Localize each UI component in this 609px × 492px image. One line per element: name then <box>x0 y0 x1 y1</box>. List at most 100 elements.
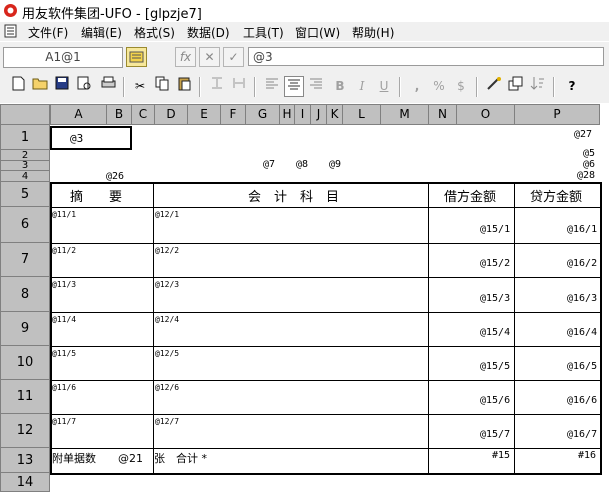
menu-tools[interactable]: 工具(T) <box>243 24 284 41</box>
cut-icon[interactable]: ✂ <box>130 76 150 97</box>
column-header-l[interactable]: L <box>342 104 381 125</box>
entry-account[interactable]: @12/1 <box>155 210 179 219</box>
column-header-o[interactable]: O <box>456 104 515 125</box>
entry-debit[interactable]: @15/2 <box>480 258 510 269</box>
entry-credit[interactable]: @16/5 <box>567 361 597 372</box>
entry-debit[interactable]: @15/4 <box>480 327 510 338</box>
fx-button[interactable]: fx <box>175 47 196 67</box>
cell-p1[interactable]: @27 <box>574 129 592 140</box>
row-header-7[interactable]: 7 <box>0 242 50 277</box>
row-header-10[interactable]: 10 <box>0 345 50 380</box>
sort-icon[interactable] <box>528 76 548 97</box>
column-header-d[interactable]: D <box>154 104 188 125</box>
entry-credit[interactable]: @16/4 <box>567 327 597 338</box>
entry-summary[interactable]: @11/5 <box>52 349 76 358</box>
paste-icon[interactable] <box>174 76 194 97</box>
cell-b4[interactable]: @26 <box>106 171 124 182</box>
entry-credit[interactable]: @16/3 <box>567 293 597 304</box>
entry-account[interactable]: @12/2 <box>155 246 179 255</box>
entry-account[interactable]: @12/3 <box>155 280 179 289</box>
align-left-icon[interactable] <box>262 76 282 97</box>
footer-debit-total[interactable]: #15 <box>492 450 510 461</box>
underline-button[interactable]: U <box>374 76 394 97</box>
entry-debit[interactable]: @15/3 <box>480 293 510 304</box>
column-header-c[interactable]: C <box>131 104 155 125</box>
menu-window[interactable]: 窗口(W) <box>295 24 340 41</box>
cell-p2[interactable]: @5 <box>583 148 595 159</box>
currency-button[interactable]: $ <box>451 76 471 97</box>
bold-button[interactable]: B <box>330 76 350 97</box>
entry-credit[interactable]: @16/1 <box>567 224 597 235</box>
chart-wizard-icon[interactable] <box>484 76 504 97</box>
italic-button[interactable]: I <box>352 76 372 97</box>
entry-credit[interactable]: @16/2 <box>567 258 597 269</box>
cell-p4[interactable]: @28 <box>577 170 595 181</box>
menu-format[interactable]: 格式(S) <box>134 24 175 41</box>
column-header-j[interactable]: J <box>310 104 327 125</box>
print-icon[interactable] <box>98 76 118 97</box>
column-header-h[interactable]: H <box>279 104 295 125</box>
cell-g3[interactable]: @7 <box>263 159 275 170</box>
spreadsheet-grid[interactable]: ABCDEFGHIJKLMNOP 1 2 3 4 5 6 7 8 9 10 11 12 13 14 @3 … <box>0 104 609 492</box>
select-all-corner[interactable] <box>0 104 50 125</box>
column-header-i[interactable]: I <box>294 104 311 125</box>
entry-debit[interactable]: @15/6 <box>480 395 510 406</box>
help-icon[interactable]: ? <box>562 76 582 97</box>
menu-edit[interactable]: 编辑(E) <box>81 24 122 41</box>
column-header-a[interactable]: A <box>50 104 107 125</box>
footer-credit-total[interactable]: #16 <box>578 450 596 461</box>
align-right-icon[interactable] <box>306 76 326 97</box>
row-header-11[interactable]: 11 <box>0 379 50 414</box>
row-header-9[interactable]: 9 <box>0 311 50 346</box>
row-header-8[interactable]: 8 <box>0 276 50 312</box>
column-header-p[interactable]: P <box>514 104 600 125</box>
entry-credit[interactable]: @16/6 <box>567 395 597 406</box>
print-preview-icon[interactable] <box>74 76 94 97</box>
selected-cell-a1[interactable] <box>50 126 132 150</box>
column-header-f[interactable]: F <box>220 104 246 125</box>
entry-summary[interactable]: @11/3 <box>52 280 76 289</box>
entry-debit[interactable]: @15/5 <box>480 361 510 372</box>
menu-file[interactable]: 文件(F) <box>28 24 68 41</box>
column-header-g[interactable]: G <box>245 104 280 125</box>
function-wizard-icon[interactable] <box>126 47 147 67</box>
confirm-edit-button[interactable]: ✓ <box>223 47 244 67</box>
row-header-6[interactable]: 6 <box>0 206 50 243</box>
entry-account[interactable]: @12/6 <box>155 383 179 392</box>
percent-button[interactable]: % <box>429 76 449 97</box>
entry-summary[interactable]: @11/6 <box>52 383 76 392</box>
entry-credit[interactable]: @16/7 <box>567 429 597 440</box>
save-icon[interactable] <box>52 76 72 97</box>
column-header-m[interactable]: M <box>380 104 429 125</box>
thousands-separator-button[interactable]: , <box>407 76 427 97</box>
cell-j3[interactable]: @9 <box>329 159 341 170</box>
entry-summary[interactable]: @11/1 <box>52 210 76 219</box>
document-icon[interactable] <box>4 24 17 38</box>
cell-h3[interactable]: @8 <box>296 159 308 170</box>
row-header-12[interactable]: 12 <box>0 413 50 448</box>
cancel-edit-button[interactable]: ✕ <box>199 47 220 67</box>
entry-account[interactable]: @12/5 <box>155 349 179 358</box>
entry-summary[interactable]: @11/2 <box>52 246 76 255</box>
entry-debit[interactable]: @15/1 <box>480 224 510 235</box>
align-center-icon[interactable] <box>284 76 304 97</box>
column-header-e[interactable]: E <box>187 104 221 125</box>
entry-debit[interactable]: @15/7 <box>480 429 510 440</box>
cell-a1[interactable]: @3 <box>70 132 83 145</box>
sheets-icon[interactable] <box>506 76 526 97</box>
menu-help[interactable]: 帮助(H) <box>352 24 394 41</box>
cell-reference-box[interactable]: A1@1 <box>3 47 123 68</box>
cell-p3[interactable]: @6 <box>583 159 595 170</box>
column-header-n[interactable]: N <box>428 104 457 125</box>
entry-account[interactable]: @12/7 <box>155 417 179 426</box>
menu-data[interactable]: 数据(D) <box>187 24 230 41</box>
entry-account[interactable]: @12/4 <box>155 315 179 324</box>
row-height-icon[interactable] <box>207 76 227 97</box>
row-header-1[interactable]: 1 <box>0 124 50 150</box>
column-header-k[interactable]: K <box>326 104 343 125</box>
row-header-14[interactable]: 14 <box>0 472 50 492</box>
column-header-b[interactable]: B <box>106 104 132 125</box>
copy-icon[interactable] <box>152 76 172 97</box>
formula-input[interactable]: @3 <box>248 47 604 66</box>
row-header-5[interactable]: 5 <box>0 181 50 207</box>
